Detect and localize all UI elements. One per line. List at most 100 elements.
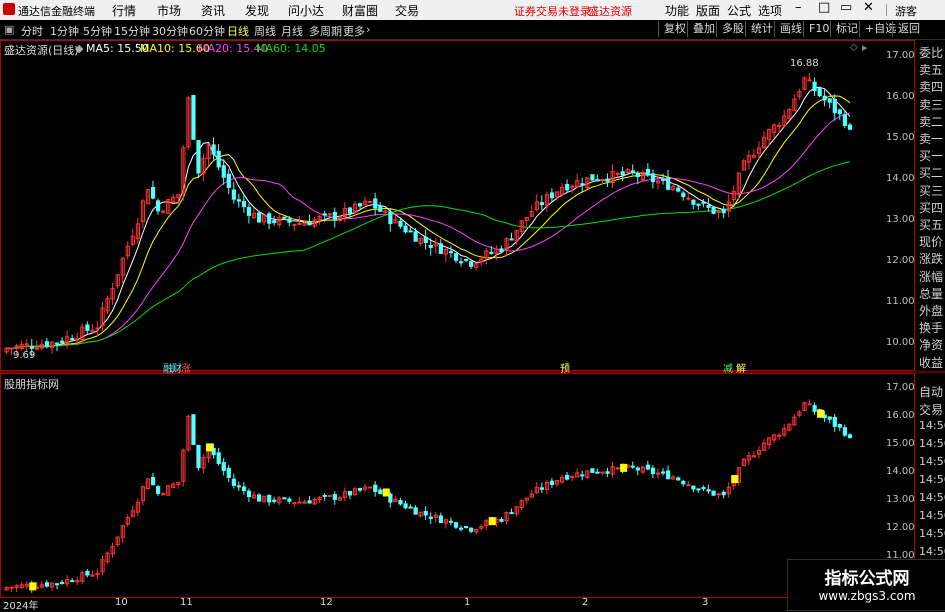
side-field-label: 卖二	[919, 114, 944, 129]
chart-expand-icon[interactable]: ▸	[862, 41, 868, 54]
main-candle	[650, 173, 656, 183]
main-candle	[817, 87, 822, 97]
side-field-label: 委比	[919, 46, 944, 60]
sub-candle	[827, 416, 832, 420]
main-candle	[161, 210, 166, 213]
main-candle	[842, 114, 847, 126]
main-candle	[226, 173, 231, 188]
main-y-tick: 12.00	[886, 255, 915, 266]
sub-candle	[322, 494, 327, 497]
signal-marker	[206, 443, 213, 452]
signal-marker	[29, 582, 37, 591]
sub-candle	[267, 494, 272, 503]
side-field-label: 净资	[919, 338, 944, 353]
side-field-label: 卖四	[919, 80, 944, 95]
main-candle	[686, 197, 691, 200]
main-candle	[34, 347, 39, 350]
side-field-label: 收益	[919, 355, 944, 370]
watermark-url: www.zbgs3.com	[818, 589, 916, 603]
main-candle	[236, 199, 242, 202]
sub-y-tick: 17.00	[886, 382, 915, 393]
signal-marker	[731, 475, 739, 484]
sub-candle	[358, 487, 363, 491]
main-candle	[403, 225, 408, 233]
sub-y-tick: 15.00	[886, 438, 915, 449]
sub-candle	[191, 414, 196, 446]
main-candle	[322, 213, 327, 216]
side-field-label: 外盘	[919, 304, 944, 318]
main-candle	[378, 205, 383, 212]
sub-candle	[706, 489, 711, 492]
sub-candle	[226, 467, 231, 478]
sub-candle	[595, 471, 600, 474]
kline-chart-canvas[interactable]	[0, 0, 945, 609]
main-y-tick: 10.00	[886, 337, 915, 348]
side-trade-label: 自动	[919, 385, 944, 399]
sub-candle	[837, 424, 842, 428]
sub-candle	[423, 510, 428, 516]
main-candle	[287, 218, 292, 223]
sub-candle	[661, 471, 666, 474]
event-tag-unlock[interactable]: 解	[736, 360, 746, 375]
sub-candle	[9, 586, 14, 589]
event-tag-limitup[interactable]: 涨	[181, 360, 191, 375]
sub-candle	[570, 476, 575, 479]
main-candle	[615, 172, 620, 175]
main-candle	[691, 199, 696, 205]
sub-candle	[292, 502, 297, 505]
sub-candle	[650, 467, 656, 474]
main-candle	[307, 221, 312, 226]
sub-candle	[408, 506, 413, 509]
sub-candle	[645, 464, 651, 470]
sub-y-tick: 16.00	[886, 410, 915, 421]
chart-settings-icon[interactable]: ◇	[850, 42, 858, 53]
main-candle	[413, 231, 418, 242]
sub-chart-title: 股朋指标网	[4, 378, 59, 391]
x-axis-label: 11	[180, 597, 193, 608]
quote-side-panel: 委比 卖五 卖四 卖三 卖二 卖一 买一 买二 买三 买四 买五 现价 涨跌 涨幅 总量 外盘 换手 净资 收益	[918, 40, 945, 371]
sub-candle	[327, 494, 332, 497]
sub-candle	[509, 512, 514, 515]
main-candle	[216, 150, 221, 168]
main-candle	[721, 208, 726, 214]
main-candle	[347, 207, 353, 214]
main-candle	[666, 177, 671, 190]
side-trade-label: 14:56	[919, 491, 945, 504]
main-candle	[711, 206, 716, 214]
sub-candle	[398, 500, 403, 505]
sub-candle	[711, 490, 716, 496]
main-candle	[29, 346, 34, 349]
sub-chart-frame	[0, 373, 915, 598]
sub-candle	[605, 471, 610, 474]
main-chart-frame	[0, 40, 915, 371]
side-field-label: 买二	[919, 166, 944, 181]
sub-candle	[453, 522, 459, 528]
main-candle	[332, 211, 337, 221]
side-field-label: 现价	[919, 235, 944, 250]
event-tag-forecast[interactable]: 预	[560, 360, 570, 375]
main-candle	[297, 223, 302, 226]
sub-candle	[231, 478, 236, 486]
sub-candle	[161, 493, 166, 496]
main-candle	[832, 99, 837, 114]
main-candle	[620, 171, 625, 176]
main-candle	[453, 253, 459, 261]
main-candle	[221, 165, 226, 178]
side-field-label: 卖三	[919, 97, 944, 112]
sub-candle	[580, 474, 585, 477]
main-candle	[327, 213, 332, 216]
main-candle	[681, 192, 686, 198]
ma-settings-icon[interactable]: ◆	[75, 42, 83, 55]
main-candle	[716, 210, 721, 213]
event-tag-reduce[interactable]: 减	[723, 360, 733, 375]
main-candle	[661, 178, 666, 181]
main-candle	[448, 251, 454, 254]
signal-marker	[382, 488, 390, 497]
side-field-label: 卖一	[919, 132, 944, 146]
sub-candle	[196, 444, 201, 469]
main-candle	[246, 206, 252, 216]
sub-candle	[847, 434, 853, 439]
main-candle	[358, 203, 363, 207]
main-candle	[211, 144, 216, 155]
main-candle	[459, 261, 464, 264]
